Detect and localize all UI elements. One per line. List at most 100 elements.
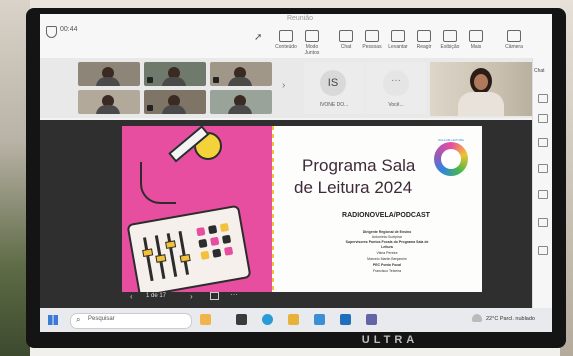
file-icon[interactable] [538, 138, 548, 147]
emoji-icon [417, 30, 431, 42]
cloud-icon [472, 314, 482, 322]
content-icon [279, 30, 293, 42]
chat-icon [339, 30, 353, 42]
participant-video[interactable] [144, 90, 206, 114]
toolbar-label: Chat [340, 44, 352, 50]
file-icon[interactable] [538, 246, 548, 255]
credit-line: Leitura [381, 245, 393, 249]
toolbar-chat-button[interactable]: Chat [332, 30, 360, 50]
more-icon [469, 30, 483, 42]
toolbar-label: Exibição [440, 44, 460, 50]
toolbar-react-button[interactable]: Reagir [410, 30, 438, 50]
toolbar-together-button[interactable]: Modo Juntos [298, 30, 326, 56]
toolbar-label: Câmera [505, 44, 523, 50]
shared-slide[interactable]: Programa Sala de Leitura 2024 SALA DE LE… [122, 126, 482, 292]
mixer-pad [219, 222, 230, 233]
file-explorer-icon[interactable] [288, 314, 299, 325]
slide-title-line2: de Leitura 2024 [294, 178, 413, 197]
participant-video[interactable] [144, 62, 206, 86]
toolbar-view-button[interactable]: Exibição [436, 30, 464, 50]
store-icon[interactable] [314, 314, 325, 325]
view-icon [443, 30, 457, 42]
mixer-knob [165, 240, 177, 249]
toolbar-label: Levantar [388, 44, 408, 50]
participant-name: Você... [388, 102, 404, 108]
cursor-icon: ➚ [254, 32, 263, 43]
task-view-icon[interactable] [236, 314, 247, 325]
mixer-pad [196, 227, 206, 237]
shield-icon[interactable] [46, 26, 57, 38]
toolbar-people-button[interactable]: Pessoas [358, 30, 386, 50]
mixer-pad [208, 224, 218, 235]
participant-body [162, 77, 186, 86]
participant-video[interactable] [210, 62, 272, 86]
file-icon[interactable] [538, 190, 548, 199]
microphone-cable [140, 162, 176, 204]
mixer-fader [143, 237, 154, 282]
toolbar-camera-button[interactable]: Câmera [500, 30, 528, 50]
mixer-pad [198, 238, 208, 249]
mail-icon[interactable] [340, 314, 351, 325]
mic-off-icon [213, 77, 219, 83]
grid-view-icon[interactable] [210, 292, 219, 300]
mixer-pad [223, 246, 234, 256]
more-icon: ··· [383, 70, 409, 96]
speaker-face [474, 74, 488, 90]
toolbar-label: Reagir [416, 44, 432, 50]
participant-body [228, 77, 252, 86]
toolbar-more-button[interactable]: Mais [462, 30, 490, 50]
mixer-fader [178, 231, 190, 275]
edge-browser-icon[interactable] [262, 314, 273, 325]
participant-body [228, 105, 252, 114]
credit-line: Antonieta Guelphar [371, 235, 403, 239]
attach-icon[interactable] [538, 114, 548, 123]
chat-icon[interactable] [538, 94, 548, 103]
mic-off-icon [147, 77, 153, 83]
toolbar-label: Modo Juntos [304, 44, 320, 56]
speaker-video[interactable] [430, 62, 548, 116]
participant-body [162, 105, 186, 114]
participant-video[interactable] [78, 90, 140, 114]
window-title: Reunião [286, 15, 314, 22]
toolbar-label: Pessoas [362, 44, 382, 50]
mixer-pad [221, 234, 232, 244]
hand-icon [391, 30, 405, 42]
next-slide-button[interactable]: › [190, 292, 193, 301]
file-icon[interactable] [538, 164, 548, 173]
previous-slide-button[interactable]: ‹ [130, 292, 133, 301]
camera-icon [507, 30, 521, 42]
mic-off-icon [147, 105, 153, 111]
participant-body [96, 77, 120, 86]
credit-line: PEC Ponto Focal [372, 263, 402, 267]
file-icon[interactable] [538, 218, 548, 227]
screen: Reunião 00:44 ➚ Conteúdo Modo Juntos Cha… [40, 14, 552, 332]
participant-video[interactable] [210, 90, 272, 114]
participant-body [96, 105, 120, 114]
toolbar-label: Mais [470, 44, 482, 50]
together-mode-icon [305, 30, 319, 42]
toolbar-content-button[interactable]: Conteúdo [272, 30, 300, 50]
logo-text: SALA DE LEITURA [437, 138, 464, 142]
slide-page-indicator: 1 de 17 [146, 293, 167, 299]
mixer-pad [210, 236, 220, 247]
people-icon [365, 30, 379, 42]
participant-video[interactable] [78, 62, 140, 86]
monitor-brand: ULTRA [361, 334, 419, 346]
mixer-knob [179, 253, 191, 263]
credit-line: Dirigente Regional de Ensino [362, 230, 412, 234]
meeting-timer: 00:44 [60, 26, 78, 33]
credit-line: Supervisores Pontos Focais do Programa S… [345, 240, 429, 244]
more-options-button[interactable]: ··· [230, 290, 238, 299]
slide-divider [272, 126, 274, 292]
widgets-icon[interactable] [200, 314, 211, 325]
search-placeholder: Pesquisar [88, 316, 115, 322]
search-icon: ⌕ [76, 315, 81, 324]
toolbar-raise-hand-button[interactable]: Levantar [384, 30, 412, 50]
mixer-pad [212, 248, 222, 258]
chevron-right-icon[interactable]: › [282, 80, 285, 91]
windows-start-icon[interactable] [48, 315, 58, 325]
teams-icon[interactable] [366, 314, 377, 325]
mixer-knob [155, 254, 167, 263]
credit-line: Marcelo Martin Benjamim [367, 257, 407, 261]
weather-status[interactable]: 22°C Parcl. nublado [486, 316, 535, 322]
